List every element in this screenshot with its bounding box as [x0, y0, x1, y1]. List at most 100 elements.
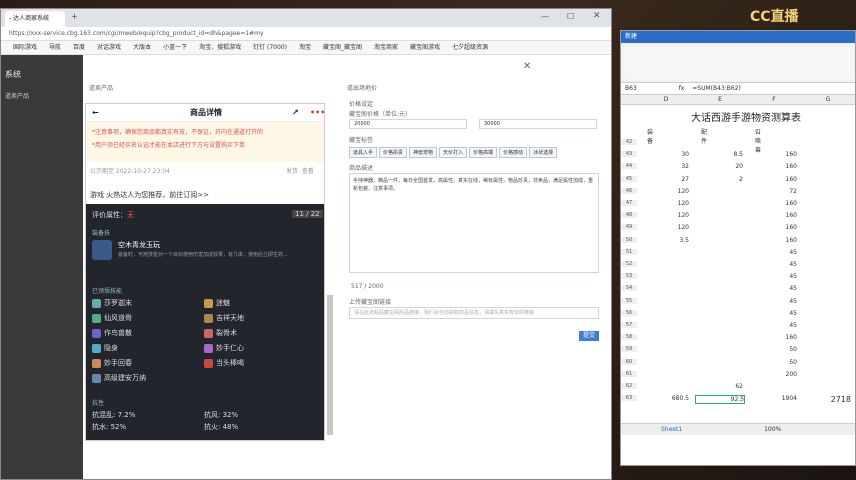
bookmark-item[interactable]: 大版本 [133, 41, 151, 54]
bookmark-item[interactable]: 导航 [49, 41, 61, 54]
grid-cell[interactable]: 45 [749, 298, 797, 305]
grid-cell[interactable]: 45 [749, 285, 797, 292]
row-header[interactable]: 53 [621, 273, 637, 280]
tag-button[interactable]: 价格感动 [499, 147, 528, 158]
bookmark-item[interactable]: 淘宝 [299, 41, 311, 54]
grid-cell[interactable]: 45 [749, 310, 797, 317]
grand-total-cell[interactable]: 2718 [803, 395, 851, 404]
tag-button[interactable]: 冰状选择 [529, 147, 558, 158]
grid-cell[interactable]: 680.5 [641, 395, 689, 402]
tag-button[interactable]: 天价打入 [439, 147, 468, 158]
bookmark-item[interactable]: 国际游戏 [13, 41, 37, 54]
grid-cell[interactable]: 45 [749, 261, 797, 268]
tag-button[interactable]: 神兽宠物 [409, 147, 438, 158]
grid-cell[interactable]: 72 [749, 188, 797, 195]
grid-cell[interactable]: 45 [749, 249, 797, 256]
bookmark-item[interactable]: 藏宝阁_藏宝阁 [323, 41, 362, 54]
grid-cell[interactable]: 8.5 [695, 151, 743, 158]
grid-cell[interactable]: 20 [695, 163, 743, 170]
back-arrow-icon[interactable]: ← [92, 104, 99, 122]
row-header[interactable]: 47 [621, 200, 637, 206]
grid-cell[interactable]: 3.5 [641, 237, 689, 244]
row-header[interactable]: 48 [621, 212, 637, 219]
grid-cell[interactable]: 50 [749, 359, 797, 366]
bookmark-item[interactable]: 淘宝商家 [374, 41, 398, 54]
grid-cell[interactable]: 92.5 [695, 395, 745, 405]
grid-cell[interactable]: 50 [749, 346, 797, 353]
bookmark-item[interactable]: 百度 [73, 41, 85, 54]
grid-cell[interactable]: 120 [641, 224, 689, 231]
grid-cell[interactable]: 160 [749, 151, 797, 158]
grid-cell[interactable]: 45 [749, 322, 797, 329]
grid-cell[interactable]: 32 [641, 163, 689, 170]
grid-cell[interactable]: 1904 [749, 395, 797, 402]
row-header[interactable]: 54 [621, 285, 637, 292]
grid-cell[interactable]: 120 [641, 200, 689, 207]
more-icon[interactable]: ••• [310, 104, 324, 122]
grid-cell[interactable]: 160 [749, 200, 797, 207]
column-header[interactable]: G [803, 95, 853, 105]
grid-cell[interactable]: 160 [749, 237, 797, 244]
column-header[interactable]: D [641, 95, 691, 105]
tag-button[interactable]: 道具入手 [349, 147, 378, 158]
row-header[interactable]: 42 [621, 139, 637, 145]
grid-cell[interactable]: 200 [749, 371, 797, 378]
price-max-input[interactable]: 30000 [479, 119, 597, 129]
grid-cell[interactable]: 62 [695, 383, 743, 390]
tag-button[interactable]: 价格昂贵 [379, 147, 408, 158]
row-header[interactable]: 57 [621, 322, 637, 328]
bookmark-item[interactable]: 小蓝一下 [163, 41, 187, 54]
grid-cell[interactable]: 27 [641, 176, 689, 183]
row-header[interactable]: 61 [621, 370, 637, 377]
column-header[interactable]: F [749, 95, 799, 105]
grid-cell[interactable]: 2 [695, 176, 743, 183]
listing-meta-right[interactable]: 发货 ·查看 [286, 166, 314, 175]
close-dialog-icon[interactable]: ✕ [523, 61, 533, 72]
sheet-grid[interactable]: 大话西游手游物资测算表 装备 配件 召唤兽 42 43 30 8.5 160 44 32 20 160… [621, 105, 855, 423]
grid-cell[interactable]: 45 [749, 273, 797, 280]
bookmark-item[interactable]: 藏宝阁游戏 [410, 41, 440, 54]
grid-cell[interactable]: 160 [749, 176, 797, 183]
row-header[interactable]: 49 [621, 224, 637, 231]
bookmark-item[interactable]: 七夕超级资源 [452, 41, 488, 54]
bookmark-item[interactable]: 对话游戏 [97, 41, 121, 54]
row-header[interactable]: 62 [621, 383, 637, 389]
row-header[interactable]: 58 [621, 334, 637, 341]
promo-banner[interactable]: 游戏 火热达人为您推荐，前往订阅>> [90, 190, 209, 200]
browser-tab[interactable]: - 达人商家系统 [5, 11, 65, 27]
column-header[interactable]: E [695, 95, 745, 105]
description-textarea[interactable]: 手持神器，精品一件，每日全国首发，高属性，真实在线，稀有属性，物品珍贵，非卖品，… [349, 173, 599, 273]
grid-cell[interactable]: 160 [749, 163, 797, 170]
grid-cell[interactable]: 160 [749, 212, 797, 219]
row-header[interactable]: 56 [621, 309, 637, 316]
sheet-tab[interactable]: Sheet1 [661, 426, 682, 433]
bookmark-item[interactable]: 淘宝、搜狐游戏 [199, 41, 241, 54]
close-icon[interactable]: ✕ [593, 11, 601, 21]
submit-button[interactable]: 提交 [579, 331, 599, 341]
row-header[interactable]: 45 [621, 175, 637, 182]
minimize-icon[interactable]: — [541, 12, 549, 21]
grid-cell[interactable]: 120 [641, 188, 689, 195]
tag-button[interactable]: 价格高端 [469, 147, 498, 158]
row-header[interactable]: 51 [621, 248, 637, 255]
row-header[interactable]: 44 [621, 163, 637, 170]
row-header[interactable]: 52 [621, 261, 637, 267]
row-header[interactable]: 63 [621, 395, 637, 402]
cell-ref[interactable]: B63 [625, 85, 637, 92]
row-header[interactable]: 43 [621, 151, 637, 158]
new-tab-icon[interactable]: + [71, 12, 78, 21]
maximize-icon[interactable]: ☐ [567, 12, 574, 21]
address-bar[interactable]: https://xxx-service.cbg.163.com/cgi/mweb… [1, 27, 611, 41]
grid-cell[interactable]: 160 [749, 334, 797, 341]
preview-scrollbar[interactable] [327, 295, 333, 435]
row-header[interactable]: 60 [621, 358, 637, 365]
ribbon-tab-new[interactable]: 新建 [625, 33, 637, 40]
bookmark-item[interactable]: 钉钉 (7000) [253, 41, 287, 54]
price-min-input[interactable]: 20000 [349, 119, 467, 129]
upload-input[interactable]: 请在此处粘贴藏宝阁商品链接，我们会自动获取商品信息，请填写真实有效的链接 [349, 307, 599, 319]
share-icon[interactable]: ↗ [292, 104, 299, 122]
row-header[interactable]: 59 [621, 346, 637, 353]
grid-cell[interactable]: 120 [641, 212, 689, 219]
formula-input[interactable]: =SUM(B43:B62) [692, 85, 741, 92]
grid-cell[interactable]: 30 [641, 151, 689, 158]
